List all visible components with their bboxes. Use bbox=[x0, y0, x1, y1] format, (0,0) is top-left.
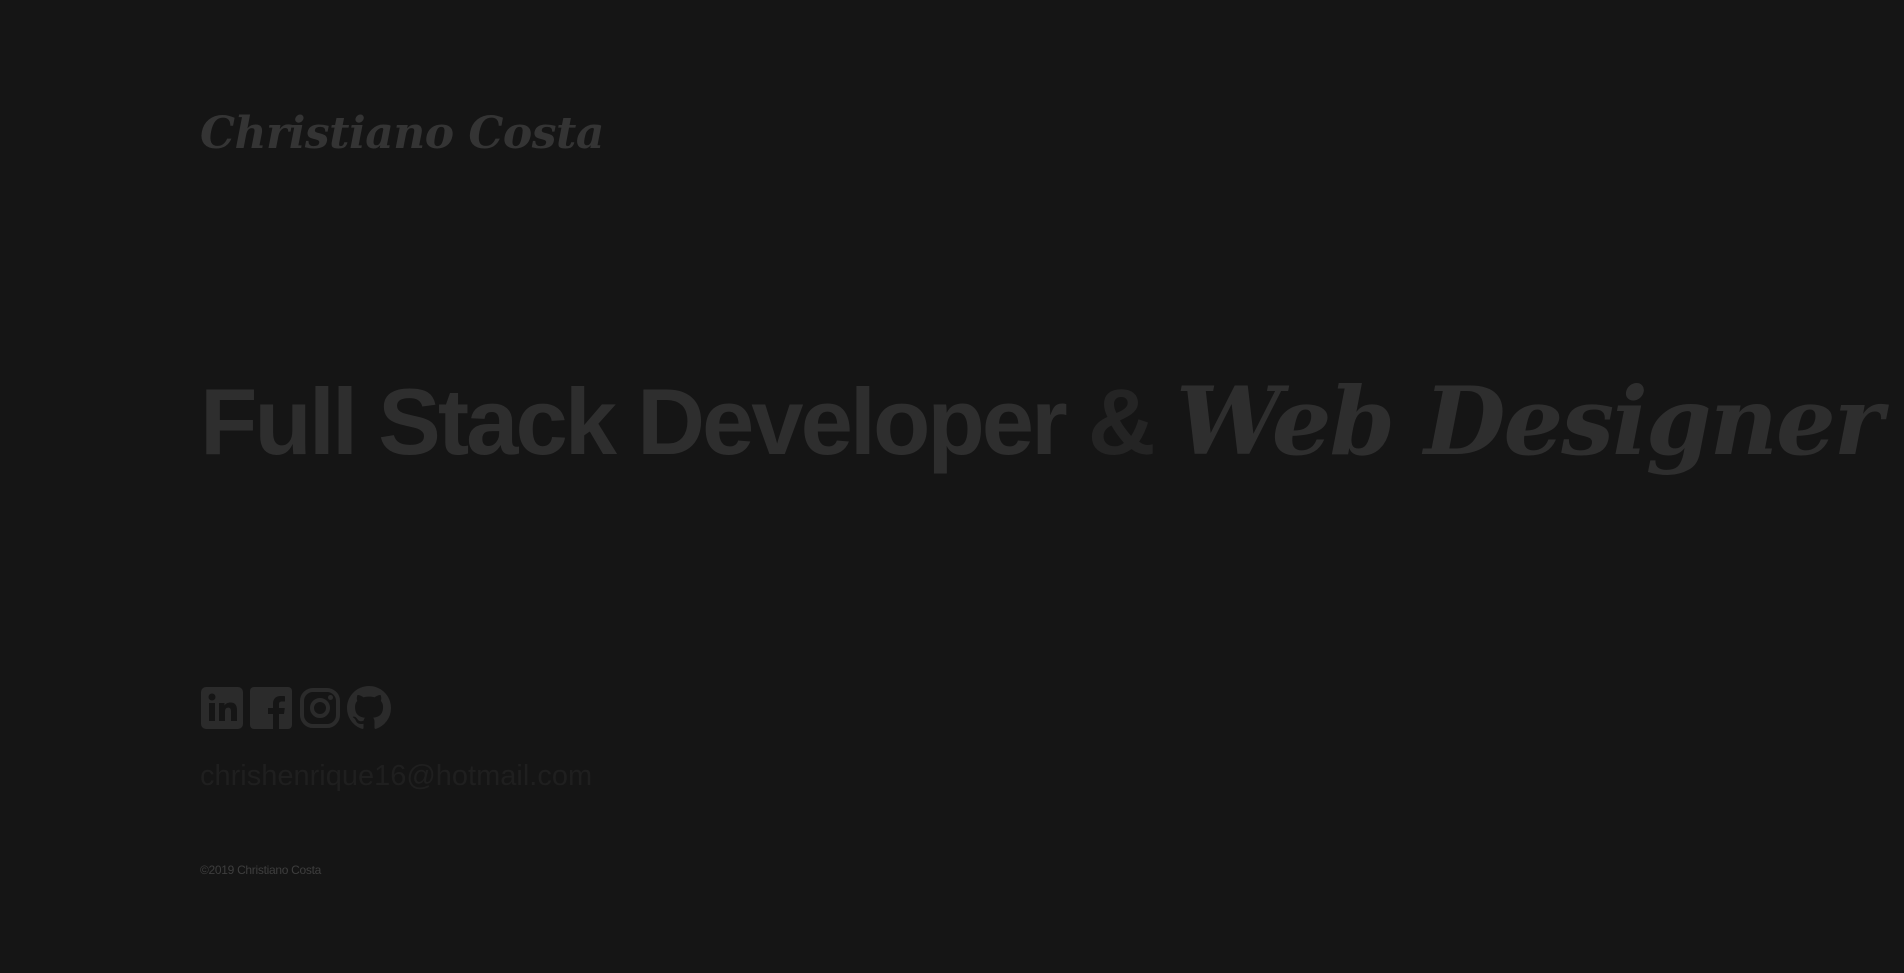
github-link[interactable] bbox=[347, 686, 391, 730]
facebook-icon bbox=[249, 686, 293, 730]
headline-main-text: Full Stack Developer bbox=[200, 369, 1068, 474]
linkedin-link[interactable] bbox=[200, 686, 244, 730]
hero-headline: Full Stack Developer & Web Designer bbox=[200, 369, 1883, 474]
instagram-icon bbox=[298, 686, 342, 730]
social-links bbox=[200, 686, 396, 730]
copyright-text: ©2019 Christiano Costa bbox=[200, 863, 321, 877]
github-icon bbox=[347, 686, 391, 730]
site-logo[interactable]: Christiano Costa bbox=[200, 104, 604, 164]
headline-ampersand: & bbox=[1087, 369, 1156, 474]
linkedin-icon bbox=[200, 686, 244, 730]
instagram-link[interactable] bbox=[298, 686, 342, 730]
headline-script-text: Web Designer bbox=[1175, 367, 1884, 477]
facebook-link[interactable] bbox=[249, 686, 293, 730]
email-link[interactable]: chrishenrique16@hotmail.com bbox=[200, 758, 592, 794]
